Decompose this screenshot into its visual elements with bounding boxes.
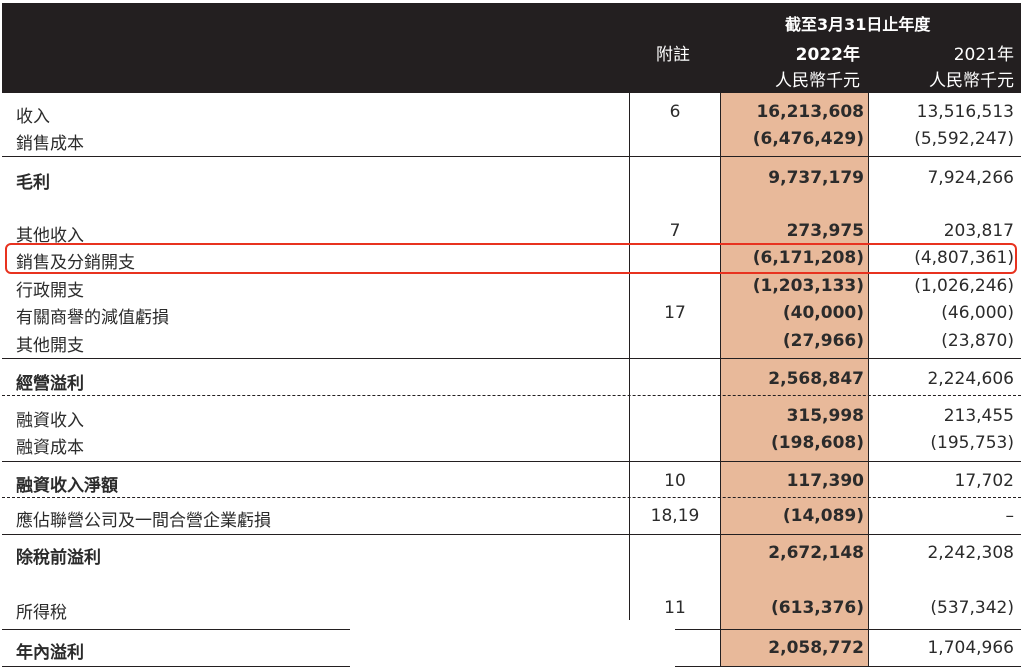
row-current-value: 273,975 xyxy=(786,221,864,241)
row-label: 年內溢利 xyxy=(16,643,84,663)
row-note: 6 xyxy=(669,102,681,122)
row-prior-value: 1,704,966 xyxy=(927,638,1014,658)
row-prior-value: 2,224,606 xyxy=(927,369,1014,389)
row-prior-value: 2,242,308 xyxy=(927,543,1014,563)
row-prior-value: 203,817 xyxy=(943,221,1014,241)
row-current-value: 2,058,772 xyxy=(768,638,864,658)
row-current-value: 16,213,608 xyxy=(756,102,864,122)
column-divider xyxy=(629,93,630,667)
row-current-value: (613,376) xyxy=(771,598,864,618)
row-prior-value: (195,753) xyxy=(930,433,1014,453)
current-year-header: 2022年 xyxy=(795,45,860,65)
period-label: 截至3月31日止年度 xyxy=(785,15,931,34)
row-prior-value: (1,026,246) xyxy=(914,276,1014,296)
redaction-mask xyxy=(350,620,675,667)
row-current-value: (14,089) xyxy=(782,506,864,526)
row-current-value: 2,672,148 xyxy=(768,543,864,563)
row-note: 10 xyxy=(664,471,686,491)
row-label: 融資收入淨額 xyxy=(16,476,118,496)
row-prior-value: (46,000) xyxy=(941,303,1014,323)
row-label: 融資收入 xyxy=(16,411,84,431)
row-current-value: 315,998 xyxy=(786,406,864,426)
row-separator xyxy=(2,358,1021,359)
row-separator xyxy=(2,497,1021,498)
row-label: 銷售成本 xyxy=(16,134,84,154)
row-prior-value: – xyxy=(1005,506,1015,526)
row-separator xyxy=(2,395,1021,396)
row-current-value: (27,966) xyxy=(782,331,864,351)
highlight-box xyxy=(5,243,1017,274)
row-label: 其他開支 xyxy=(16,336,84,356)
row-current-value: 117,390 xyxy=(786,471,864,491)
row-current-value: (40,000) xyxy=(782,303,864,323)
row-label: 行政開支 xyxy=(16,281,84,301)
row-current-value: 9,737,179 xyxy=(768,168,864,188)
row-current-value: 2,568,847 xyxy=(768,369,864,389)
row-current-value: (1,203,133) xyxy=(752,276,864,296)
note-column-header: 附註 xyxy=(656,45,690,65)
income-statement: 截至3月31日止年度 附註 2022年 2021年 人民幣千元 人民幣千元 收入… xyxy=(2,3,1021,667)
row-separator xyxy=(2,461,1021,462)
row-prior-value: (537,342) xyxy=(930,598,1014,618)
row-label: 所得稅 xyxy=(16,603,67,623)
row-note: 18,19 xyxy=(650,506,700,526)
row-label: 收入 xyxy=(16,107,50,127)
row-note: 7 xyxy=(669,221,681,241)
prior-year-unit: 人民幣千元 xyxy=(929,71,1014,91)
prior-year-header: 2021年 xyxy=(953,45,1014,65)
current-year-unit: 人民幣千元 xyxy=(775,71,860,91)
row-prior-value: 17,702 xyxy=(954,471,1014,491)
row-label: 經營溢利 xyxy=(16,374,84,394)
row-separator xyxy=(2,156,1021,157)
table-header: 截至3月31日止年度 附註 2022年 2021年 人民幣千元 人民幣千元 xyxy=(2,3,1021,93)
row-label: 有關商譽的減值虧損 xyxy=(16,308,169,328)
row-current-value: (198,608) xyxy=(771,433,864,453)
row-label: 融資成本 xyxy=(16,438,84,458)
row-label: 毛利 xyxy=(16,173,50,193)
row-prior-value: 213,455 xyxy=(943,406,1014,426)
row-prior-value: (23,870) xyxy=(941,331,1014,351)
row-prior-value: (5,592,247) xyxy=(914,129,1014,149)
row-prior-value: 13,516,513 xyxy=(916,102,1014,122)
row-prior-value: 7,924,266 xyxy=(927,168,1014,188)
row-note: 11 xyxy=(664,598,686,618)
row-label: 應佔聯營公司及一間合營企業虧損 xyxy=(16,511,271,531)
row-label: 除稅前溢利 xyxy=(16,548,101,568)
row-current-value: (6,476,429) xyxy=(752,129,864,149)
row-separator xyxy=(2,534,1021,535)
row-note: 17 xyxy=(664,303,686,323)
